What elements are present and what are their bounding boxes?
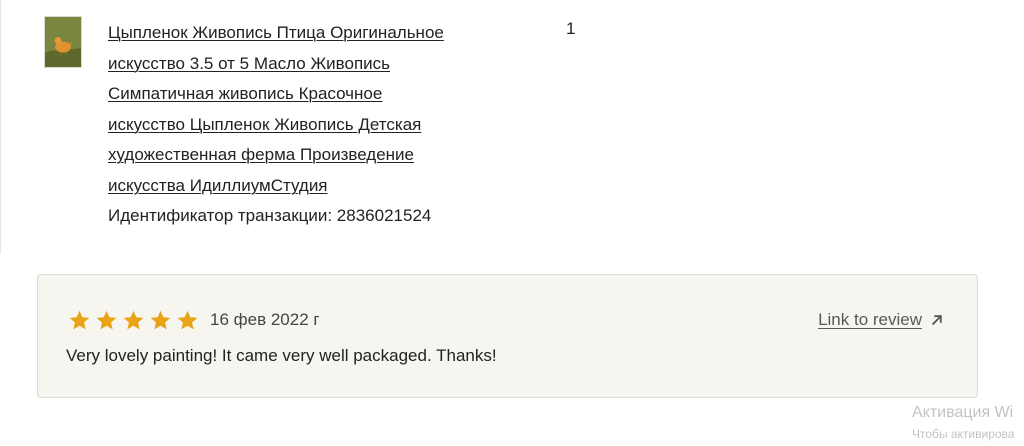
- panel-left-border: [0, 0, 1, 254]
- item-title-link[interactable]: Цыпленок Живопись Птица Оригинальное иск…: [108, 18, 498, 202]
- review-date: 16 фев 2022 г: [210, 310, 320, 329]
- item-title-line: художественная ферма Произведение: [108, 145, 414, 165]
- star-icon: [150, 310, 171, 329]
- item-title-line: Симпатичная живопись Красочное: [108, 84, 383, 104]
- item-title-line: искусство Цыпленок Живопись Детская: [108, 114, 422, 134]
- windows-activation-title: Активация Wi: [912, 404, 1014, 421]
- arrow-up-right-icon: [931, 314, 943, 326]
- review-card: 16 фев 2022 г Link to review Very lovely…: [37, 274, 978, 398]
- product-thumbnail[interactable]: [44, 16, 82, 68]
- star-rating: [68, 306, 199, 334]
- item-title-line: искусство 3.5 от 5 Масло Живопись: [108, 53, 391, 73]
- transaction-id: Идентификатор транзакции: 2836021524: [108, 206, 432, 225]
- star-icon: [123, 310, 144, 329]
- review-text: Very lovely painting! It came very well …: [66, 346, 497, 365]
- star-icon: [177, 310, 198, 329]
- item-title-line: искусства ИдиллиумСтудия: [108, 175, 328, 195]
- chicken-painting-image: [45, 17, 81, 67]
- link-to-review[interactable]: Link to review: [818, 305, 945, 335]
- windows-activation-subtitle: Чтобы активирова: [912, 427, 1015, 441]
- item-title-line: Цыпленок Живопись Птица Оригинальное: [108, 23, 444, 42]
- star-icon: [69, 310, 90, 329]
- quantity-value: 1: [566, 19, 576, 38]
- link-to-review-label: Link to review: [818, 310, 922, 329]
- star-icon: [96, 310, 117, 329]
